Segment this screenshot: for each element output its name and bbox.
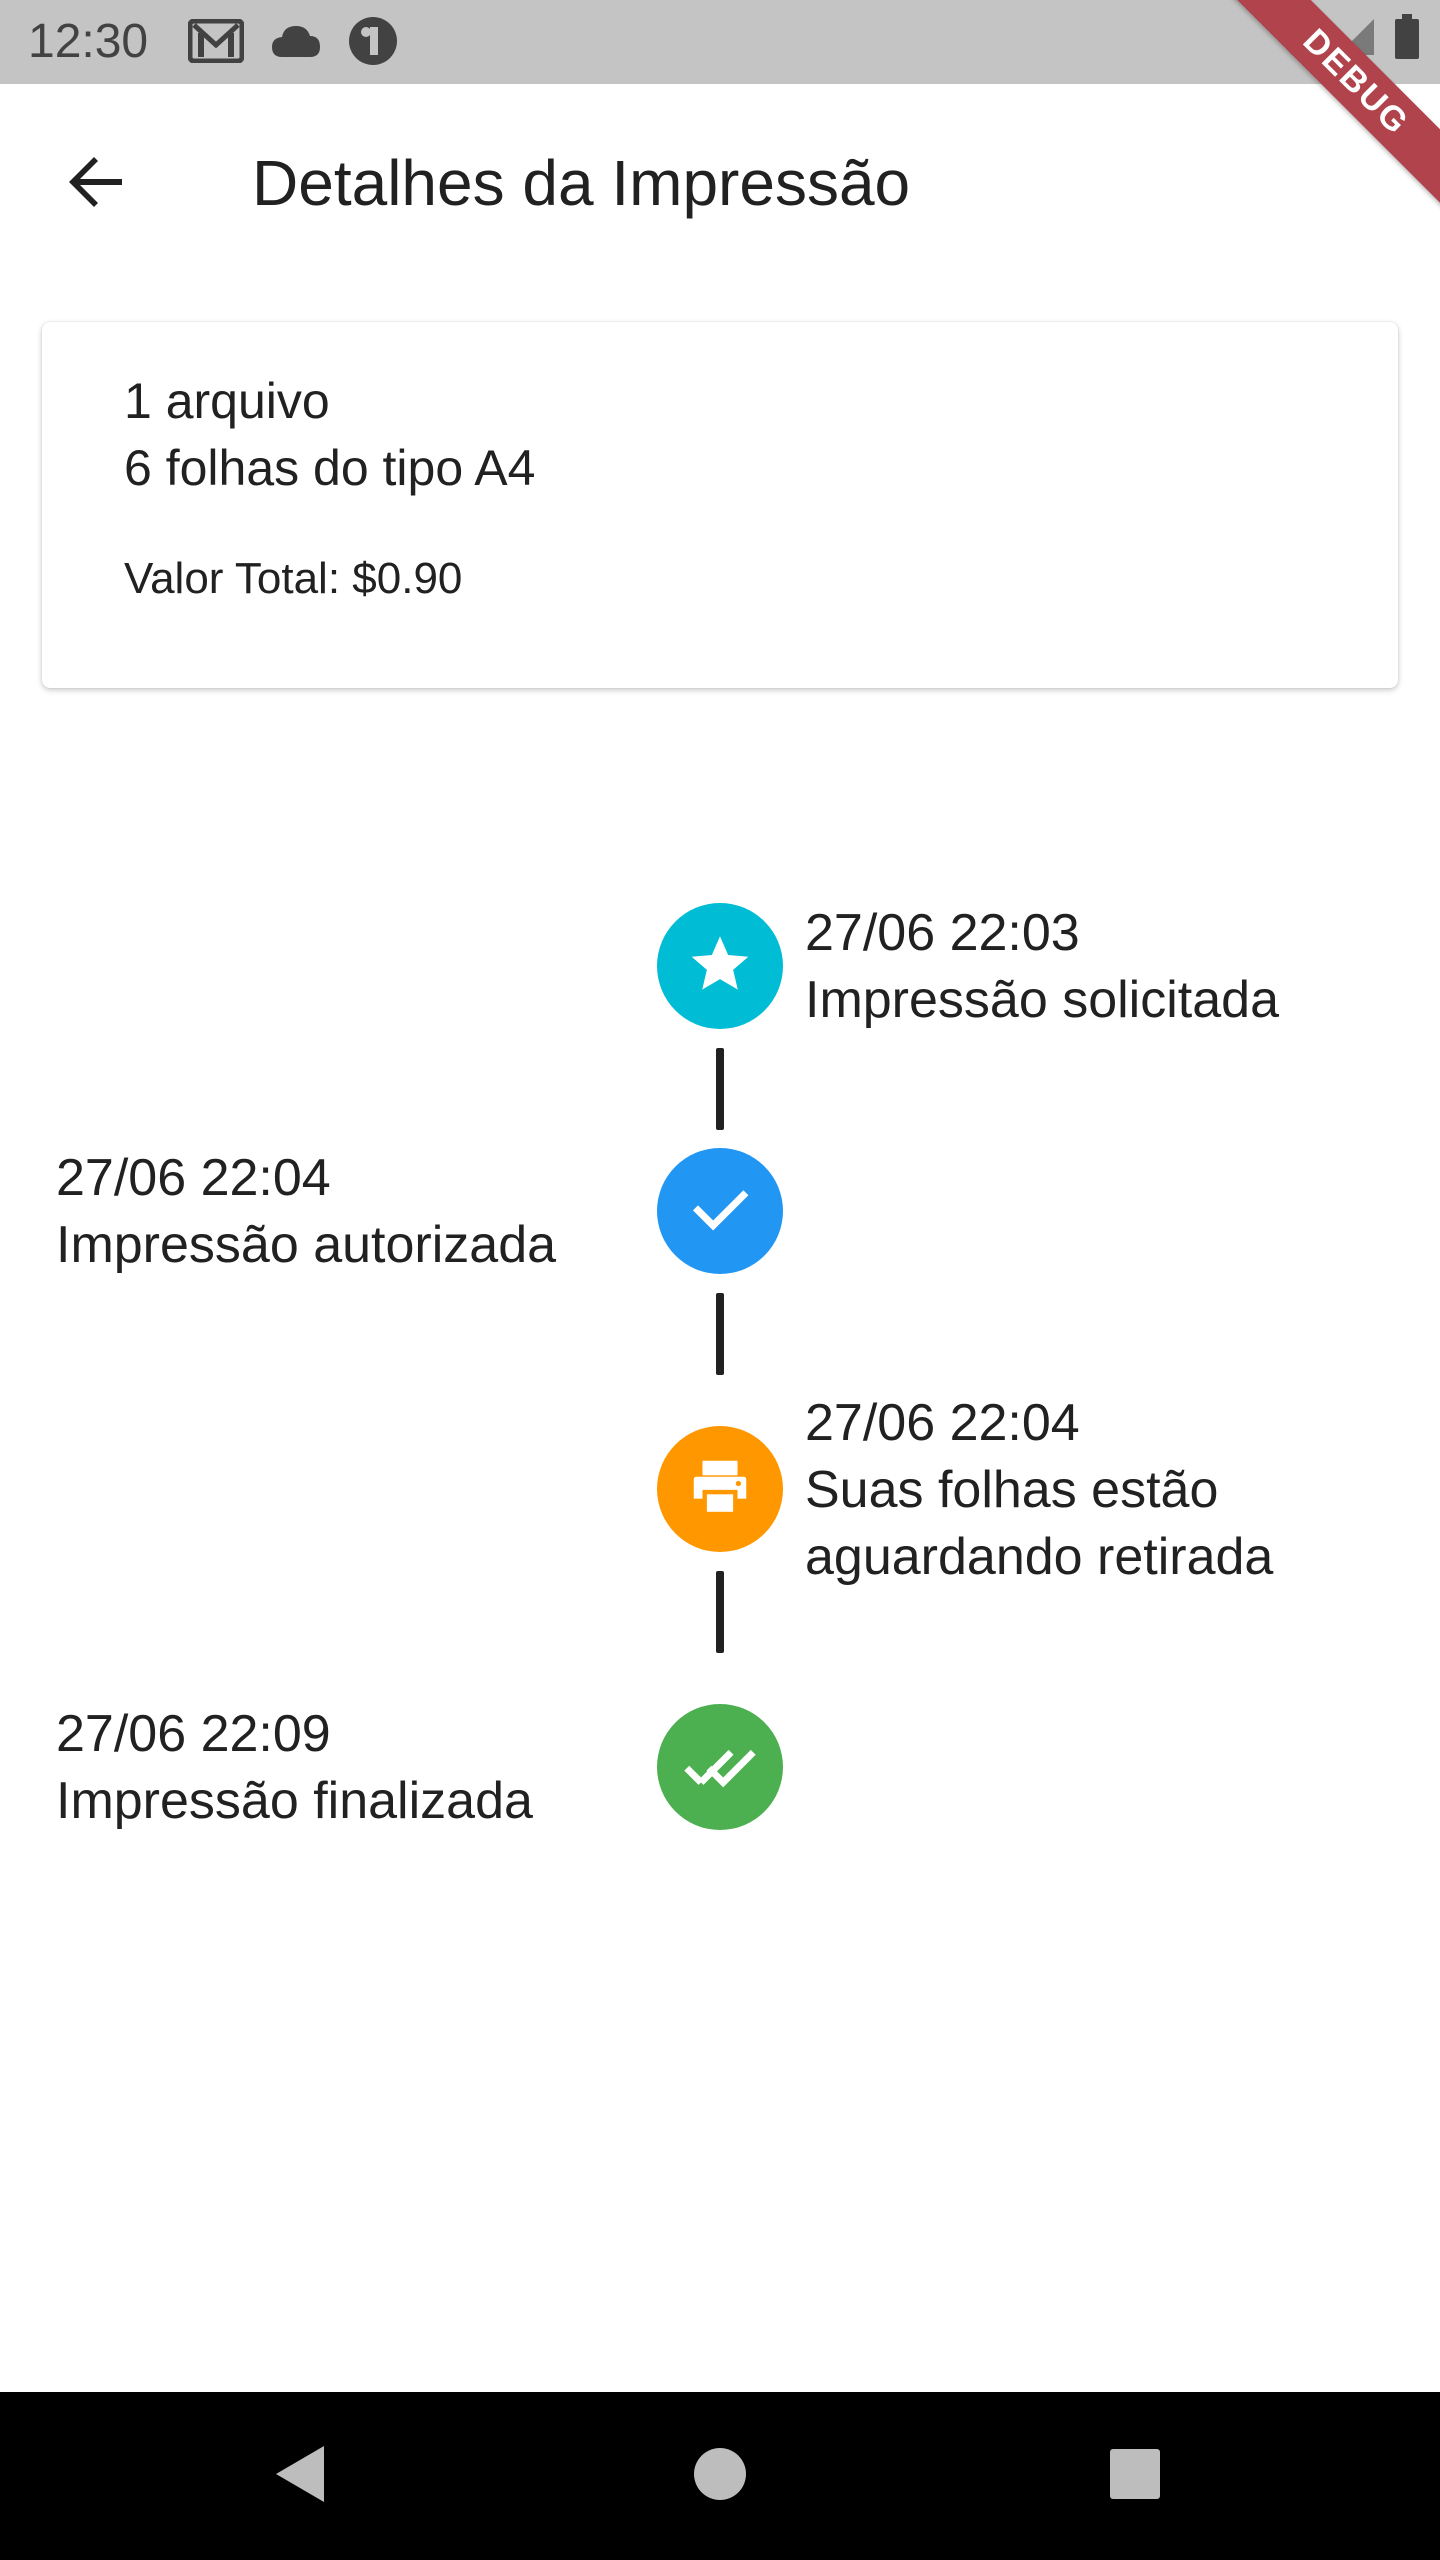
star-icon (685, 929, 755, 1004)
event-label-line1: Suas folhas estão (805, 1461, 1219, 1519)
timeline-connector (716, 1048, 724, 1130)
app-bar: Detalhes da Impressão (0, 84, 1440, 280)
double-check-icon (682, 1727, 758, 1808)
sheets-info: 6 folhas do tipo A4 (124, 440, 536, 496)
status-bar: 12:30 (0, 0, 1440, 84)
timeline-node-authorized (657, 1148, 783, 1274)
navigation-bar (0, 2392, 1440, 2560)
timeline-node-finished (657, 1704, 783, 1830)
timeline-event-awaiting-text: 27/06 22:04 Suas folhas estão aguardando… (805, 1390, 1273, 1591)
total-value: Valor Total: $0.90 (124, 554, 463, 603)
event-datetime: 27/06 22:04 (56, 1149, 331, 1207)
status-icons-left (187, 16, 398, 71)
timeline-node-awaiting (657, 1426, 783, 1552)
timeline-event-authorized-text: 27/06 22:04 Impressão autorizada (56, 1145, 556, 1279)
printer-icon (685, 1452, 755, 1527)
event-datetime: 27/06 22:04 (805, 1394, 1080, 1452)
timeline-event-requested-text: 27/06 22:03 Impressão solicitada (805, 900, 1279, 1034)
back-button[interactable] (48, 136, 144, 232)
status-time: 12:30 (28, 15, 149, 68)
timeline-connector (716, 1293, 724, 1375)
nav-back-button[interactable] (260, 2436, 340, 2516)
timeline-node-requested (657, 903, 783, 1029)
home-circle-icon (690, 2444, 750, 2509)
back-triangle-icon (270, 2442, 330, 2511)
event-datetime: 27/06 22:03 (805, 904, 1080, 962)
recents-square-icon (1107, 2446, 1163, 2507)
summary-card: 1 arquivo 6 folhas do tipo A4 Valor Tota… (42, 322, 1398, 688)
arrow-back-icon (64, 150, 128, 219)
event-label-line2: aguardando retirada (805, 1528, 1274, 1586)
check-icon (687, 1176, 753, 1247)
event-label: Impressão solicitada (805, 971, 1279, 1029)
page-title: Detalhes da Impressão (252, 147, 911, 219)
screen: 12:30 DEBUG Detalhes da Impressão 1 arqu… (0, 0, 1440, 2560)
gmail-icon (187, 18, 245, 68)
nav-recents-button[interactable] (1095, 2436, 1175, 2516)
battery-icon (1394, 14, 1420, 65)
event-datetime: 27/06 22:09 (56, 1705, 331, 1763)
timeline-event-finished-text: 27/06 22:09 Impressão finalizada (56, 1701, 533, 1835)
event-label: Impressão finalizada (56, 1772, 533, 1830)
cloud-icon (270, 23, 322, 64)
timeline-connector (716, 1571, 724, 1653)
nav-home-button[interactable] (680, 2436, 760, 2516)
app-notification-icon (348, 16, 398, 71)
event-label: Impressão autorizada (56, 1216, 557, 1274)
files-count: 1 arquivo (124, 373, 330, 429)
